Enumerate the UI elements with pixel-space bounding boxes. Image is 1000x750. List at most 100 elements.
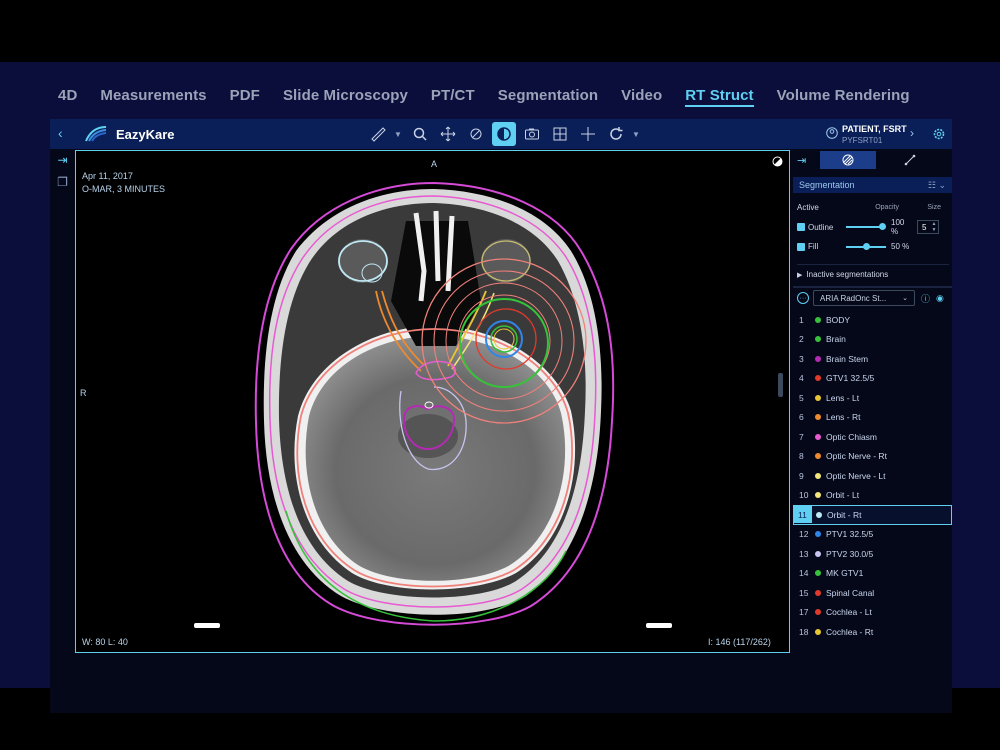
tool-group: ▼ ▼ [366,122,642,146]
structure-set-select[interactable]: ARIA RadOnc St... ⌄ [813,290,915,306]
structure-color-dot [815,336,821,343]
orientation-left: R [80,388,87,398]
structure-row[interactable]: 17 Cochlea - Lt [793,603,952,623]
inactive-label: Inactive segmentations [806,270,889,279]
structure-name: Optic Nerve - Rt [826,451,887,462]
gear-icon[interactable] [932,127,946,141]
structure-name: Orbit - Rt [827,509,862,520]
outline-opacity-slider[interactable] [846,223,886,230]
expand-panel-icon[interactable]: ⇥ [54,153,72,171]
eye-icon[interactable]: ◉ [936,293,944,304]
structure-color-dot [815,453,821,460]
structure-row[interactable]: 18 Cochlea - Rt [793,622,952,642]
inactive-segmentations-toggle[interactable]: ▶ Inactive segmentations [797,264,949,279]
size-stepper[interactable]: 5 ▲ ▼ [917,220,939,234]
structure-color-dot [815,394,821,401]
tab-segmentation[interactable]: Segmentation [498,87,598,107]
structure-color-dot [816,511,822,518]
ruler-icon[interactable] [366,122,390,146]
chevron-right-icon[interactable]: › [910,126,914,140]
tab-4d[interactable]: 4D [58,87,77,107]
panel-tabs: ⇥ [793,149,952,171]
structure-name: Lens - Rt [826,412,861,423]
tab-measurement[interactable] [882,151,938,169]
series-description: O-MAR, 3 MINUTES [82,184,166,194]
tab-segmentation[interactable] [820,151,877,169]
reset-icon[interactable] [604,122,628,146]
structure-row[interactable]: 12 PTV1 32.5/5 [793,525,952,545]
structure-row[interactable]: 4 GTV1 32.5/5 [793,369,952,389]
settings-icon[interactable]: ☷ ⌄ [928,180,946,190]
info-icon[interactable]: ⓘ [921,292,930,305]
orientation-top: A [431,159,438,169]
structure-name: BODY [826,314,851,325]
patient-name: PATIENT, FSRT [842,124,907,134]
structure-row[interactable]: 5 Lens - Lt [793,388,952,408]
structure-row[interactable]: 2 Brain [793,330,952,350]
back-icon[interactable]: ‹ [58,125,63,141]
slider-knob[interactable] [879,223,886,230]
fill-checkbox[interactable] [797,242,805,251]
structure-row[interactable]: 6 Lens - Rt [793,408,952,428]
tab-pt-ct[interactable]: PT/CT [431,87,475,107]
chevron-down-icon[interactable]: ▼ [632,122,642,146]
fill-opacity-slider[interactable] [846,242,886,250]
contrast-icon[interactable] [772,156,783,167]
app-brand: EazyKare [116,127,175,142]
fill-value: 50 % [891,242,910,251]
collapse-panel-icon[interactable]: ⇥ [797,154,806,167]
structure-number: 13 [799,548,809,559]
structure-number: 8 [799,451,804,462]
app-frame: 4D Measurements PDF Slide Microscopy PT/CT Se… [0,62,1000,713]
structure-number: 4 [799,373,804,384]
structure-color-dot [815,492,821,499]
chevron-down-icon[interactable]: ▼ [394,122,404,146]
size-value: 5 [922,222,927,232]
window-level: W: 80 L: 40 [82,637,128,647]
crosshair-link-icon[interactable] [464,122,488,146]
tab-pdf[interactable]: PDF [230,87,260,107]
ct-image [194,181,783,628]
structure-number: 6 [799,412,804,423]
structure-color-dot [815,316,821,323]
active-label: Active [797,203,819,212]
structure-name: PTV1 32.5/5 [826,529,874,540]
structure-number: 15 [799,587,809,598]
structure-row[interactable]: 3 Brain Stem [793,349,952,369]
structure-row[interactable]: 1 BODY [793,310,952,330]
structure-number: 11 [794,506,812,524]
structure-row[interactable]: 11 Orbit - Rt [793,505,952,525]
crosshair-icon[interactable] [576,122,600,146]
structure-number: 10 [799,490,809,501]
tab-measurements[interactable]: Measurements [100,87,206,107]
segmentation-header[interactable]: Segmentation ☷ ⌄ [793,177,952,193]
tab-volume-rendering[interactable]: Volume Rendering [777,87,910,107]
tab-slide-microscopy[interactable]: Slide Microscopy [283,87,408,107]
structure-row[interactable]: 8 Optic Nerve - Rt [793,447,952,467]
patient-info[interactable]: PATIENT, FSRT PYFSRT01 [842,124,907,145]
zoom-icon[interactable] [408,122,432,146]
camera-icon[interactable] [520,122,544,146]
structure-row[interactable]: 14 MK GTV1 [793,564,952,584]
tab-rt-struct[interactable]: RT Struct [685,87,754,107]
contrast-icon[interactable] [492,122,516,146]
pan-icon[interactable] [436,122,460,146]
slider-knob[interactable] [863,242,870,250]
tab-video[interactable]: Video [621,87,662,107]
structure-number: 5 [799,392,804,403]
copy-icon[interactable]: ❐ [54,175,72,193]
structure-row[interactable]: 15 Spinal Canal [793,583,952,603]
structure-name: Lens - Lt [826,392,860,403]
structure-row[interactable]: 9 Optic Nerve - Lt [793,466,952,486]
stepper-arrows-icon[interactable]: ▲ ▼ [931,221,936,233]
structure-number: 9 [799,470,804,481]
image-viewport[interactable]: Apr 11, 2017 O-MAR, 3 MINUTES A R W: 80 … [75,150,790,653]
outline-checkbox[interactable] [797,223,805,231]
structure-row[interactable]: 10 Orbit - Lt [793,486,952,506]
structure-row[interactable]: 13 PTV2 30.0/5 [793,544,952,564]
structure-number: 1 [799,314,804,325]
layout-icon[interactable] [548,122,572,146]
structure-color-dot [815,531,821,538]
structure-row[interactable]: 7 Optic Chiasm [793,427,952,447]
more-options-icon[interactable]: ··· [797,292,809,304]
